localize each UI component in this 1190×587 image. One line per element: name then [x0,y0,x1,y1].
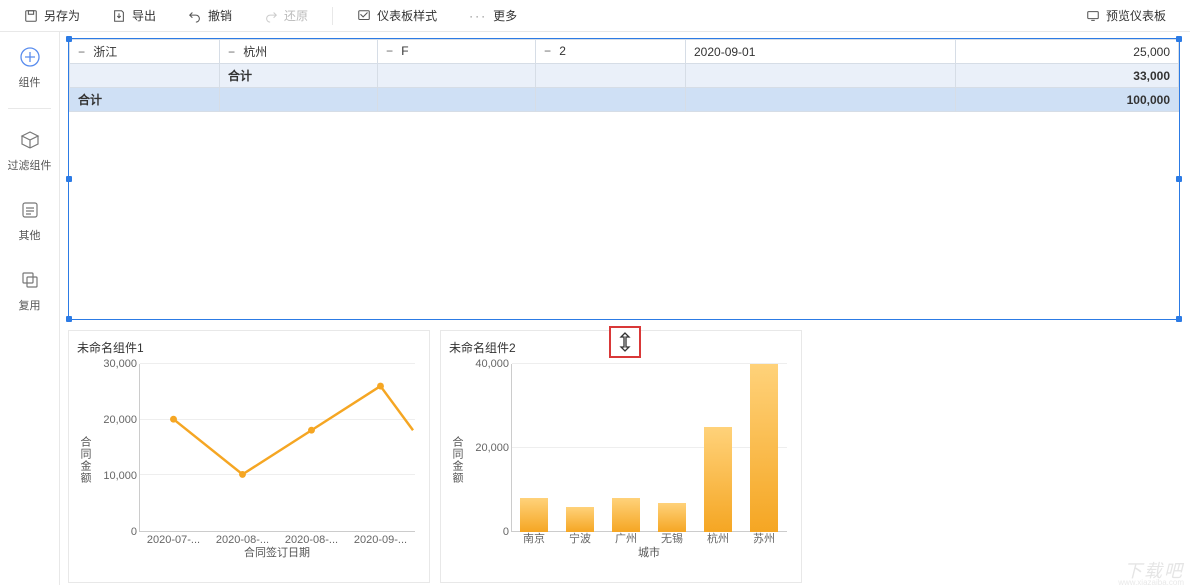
save-icon [24,9,38,23]
selection-handle[interactable] [66,36,72,42]
collapse-icon[interactable]: − [78,46,85,60]
table-row[interactable]: −浙江 −杭州 −F −2 2020-09-01 25,000 [70,40,1179,64]
left-sidebar: 组件 过滤组件 其他 复用 [0,32,60,585]
copy-icon [19,269,41,291]
sidebar-other-label: 其他 [19,227,41,243]
collapse-icon[interactable]: − [228,46,235,60]
total-label: 合计 [78,93,102,107]
cell-city: 杭州 [243,45,267,59]
chart1-xlabel: 合同签订日期 [139,544,415,560]
monitor-icon [1086,9,1100,23]
cell-col4: 2 [559,44,566,58]
collapse-icon[interactable]: − [544,45,551,59]
selection-handle[interactable] [66,176,72,182]
note-icon [19,199,41,221]
selection-handle[interactable] [1176,36,1182,42]
cell-province: 浙江 [93,45,117,59]
save-as-button[interactable]: 另存为 [8,7,96,24]
total-value: 100,000 [1127,93,1170,107]
collapse-icon[interactable]: − [386,45,393,59]
cell-value: 25,000 [1133,45,1170,59]
undo-button[interactable]: 撤销 [172,7,248,24]
more-ellipsis: ··· [469,9,487,23]
subtotal-label: 合计 [228,69,252,83]
top-toolbar: 另存为 导出 撤销 还原 仪表板样式 ··· 更多 预览仪表板 [0,0,1190,32]
sidebar-item-component[interactable]: 组件 [0,32,59,102]
chart2-xlabel: 城市 [511,544,787,560]
sidebar-item-filter[interactable]: 过滤组件 [0,115,59,185]
more-button[interactable]: ··· 更多 [453,7,533,24]
export-button[interactable]: 导出 [96,7,172,24]
cell-col3: F [401,44,408,58]
chart-component-1[interactable]: 未命名组件1 合同金额 010,00020,00030,000 2020-07-… [68,330,430,583]
table-component[interactable]: −浙江 −杭州 −F −2 2020-09-01 25,000 合计 33,00… [68,38,1180,320]
selection-handle[interactable] [1176,176,1182,182]
dashboard-style-label: 仪表板样式 [377,7,437,24]
chart1-plot: 合同金额 010,00020,00030,000 2020-07-...2020… [77,360,421,560]
subtotal-value: 33,000 [1133,69,1170,83]
dashboard-style-button[interactable]: 仪表板样式 [341,7,453,24]
selection-handle[interactable] [1176,316,1182,322]
chart2-bars [511,364,787,532]
undo-icon [188,9,202,23]
chart-row: 未命名组件1 合同金额 010,00020,00030,000 2020-07-… [68,330,1180,583]
sidebar-filter-label: 过滤组件 [8,157,52,173]
sidebar-reuse-label: 复用 [19,297,41,313]
export-label: 导出 [132,7,156,24]
sidebar-item-other[interactable]: 其他 [0,185,59,255]
preview-label: 预览仪表板 [1106,7,1166,24]
chart1-title: 未命名组件1 [77,339,421,356]
redo-label: 还原 [284,7,308,24]
line-chart-svg [139,364,415,530]
main-canvas: −浙江 −杭州 −F −2 2020-09-01 25,000 合计 33,00… [60,32,1190,585]
resize-vertical-icon [617,332,633,352]
table-total-row[interactable]: 合计 100,000 [70,88,1179,112]
cube-icon [19,129,41,151]
style-icon [357,9,371,23]
chart-component-2[interactable]: 未命名组件2 合同金额 020,00040,000 南京宁波广州无锡杭州苏州 城… [440,330,802,583]
redo-icon [264,9,278,23]
sidebar-divider [8,108,51,109]
chart2-ylabel: 合同金额 [449,360,465,560]
more-label: 更多 [493,7,517,24]
resize-cursor-callout [609,326,641,358]
cell-date: 2020-09-01 [694,45,755,59]
chart2-plot: 合同金额 020,00040,000 南京宁波广州无锡杭州苏州 城市 [449,360,793,560]
sidebar-component-label: 组件 [19,74,41,90]
toolbar-divider [332,7,333,25]
table-subtotal-row[interactable]: 合计 33,000 [70,64,1179,88]
sidebar-item-reuse[interactable]: 复用 [0,255,59,325]
preview-dashboard-button[interactable]: 预览仪表板 [1070,7,1182,24]
export-icon [112,9,126,23]
undo-label: 撤销 [208,7,232,24]
save-as-label: 另存为 [44,7,80,24]
data-table: −浙江 −杭州 −F −2 2020-09-01 25,000 合计 33,00… [69,39,1179,112]
chart1-ylabel: 合同金额 [77,360,93,560]
selection-handle[interactable] [66,316,72,322]
plus-circle-icon [19,46,41,68]
redo-button: 还原 [248,7,324,24]
